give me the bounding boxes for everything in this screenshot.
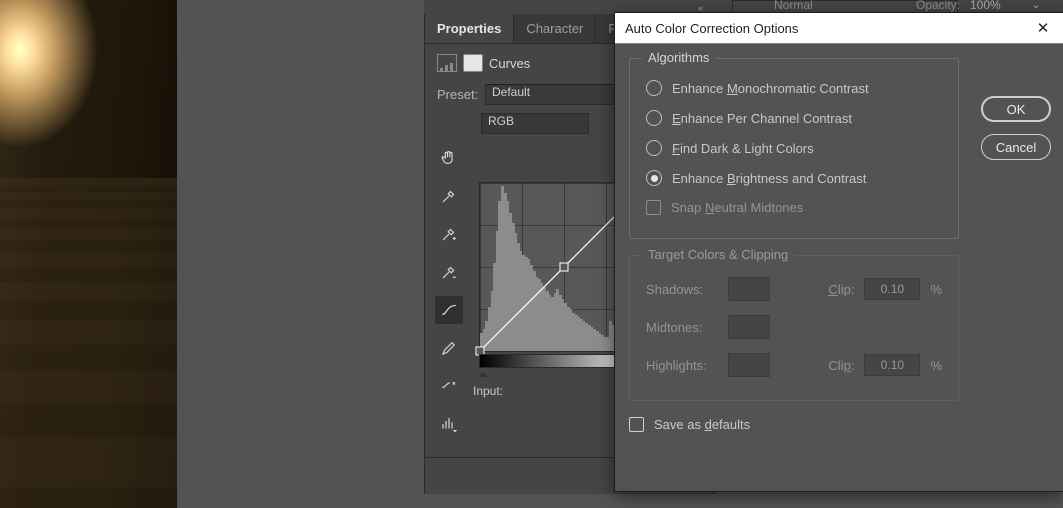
midtones-swatch — [728, 315, 770, 339]
opacity-value[interactable]: 100% — [970, 0, 1001, 12]
radio-label: Enhance Brightness and Contrast — [672, 171, 866, 186]
eyedropper-minus-icon[interactable] — [435, 258, 463, 286]
checkbox-label: Save as defaults — [654, 417, 750, 432]
histogram-clip-icon[interactable] — [435, 410, 463, 438]
channel-dropdown[interactable]: RGB — [481, 113, 589, 134]
highlights-swatch — [728, 353, 770, 377]
radio-icon — [646, 170, 662, 186]
radio-icon — [646, 140, 662, 156]
blend-mode-value: Normal — [774, 0, 813, 12]
percent-label: % — [930, 358, 942, 373]
pencil-tool-icon[interactable] — [435, 334, 463, 362]
chevron-down-icon[interactable]: ⌄ — [1032, 0, 1040, 11]
checkbox-snap-midtones: Snap Neutral Midtones — [646, 193, 942, 222]
shadows-clip-input — [864, 278, 920, 300]
midtones-label: Midtones: — [646, 320, 718, 335]
input-label: Input: — [473, 384, 503, 398]
algorithms-fieldset: Algorithms Enhance Monochromatic Contras… — [629, 58, 959, 239]
curves-tool-column — [435, 144, 463, 438]
ok-button[interactable]: OK — [981, 96, 1051, 122]
radio-icon — [646, 110, 662, 126]
cancel-button[interactable]: Cancel — [981, 134, 1051, 160]
adjustment-type-label: Curves — [489, 56, 530, 71]
adjustment-icon[interactable] — [437, 54, 457, 72]
eyedropper-plus-icon[interactable] — [435, 220, 463, 248]
radio-label: Find Dark & Light Colors — [672, 141, 814, 156]
radio-brightness-contrast[interactable]: Enhance Brightness and Contrast — [646, 163, 942, 193]
curve-point-mid[interactable] — [560, 263, 569, 272]
opacity-label: Opacity: — [916, 0, 960, 12]
auto-color-correction-dialog: Auto Color Correction Options ✕ OK Cance… — [614, 12, 1063, 492]
radio-dark-light[interactable]: Find Dark & Light Colors — [646, 133, 942, 163]
shadows-swatch — [728, 277, 770, 301]
radio-label: Enhance Monochromatic Contrast — [672, 81, 869, 96]
document-canvas[interactable] — [0, 0, 177, 508]
preset-label: Preset: — [437, 87, 485, 102]
black-point-slider[interactable] — [478, 367, 488, 377]
radio-monochromatic[interactable]: Enhance Monochromatic Contrast — [646, 73, 942, 103]
eyedropper-icon[interactable] — [435, 182, 463, 210]
algorithms-legend: Algorithms — [642, 50, 715, 65]
radio-icon — [646, 80, 662, 96]
checkbox-icon — [646, 200, 661, 215]
tab-properties[interactable]: Properties — [425, 14, 514, 43]
hand-icon[interactable] — [435, 144, 463, 172]
mask-icon[interactable] — [463, 54, 483, 72]
checkbox-icon — [629, 417, 644, 432]
radio-label: Enhance Per Channel Contrast — [672, 111, 852, 126]
checkbox-save-defaults[interactable]: Save as defaults — [629, 417, 1049, 432]
radio-per-channel[interactable]: Enhance Per Channel Contrast — [646, 103, 942, 133]
checkbox-label: Snap Neutral Midtones — [671, 200, 803, 215]
tab-character[interactable]: Character — [514, 14, 596, 43]
highlights-clip-input — [864, 354, 920, 376]
clip-label: Clip: — [828, 358, 854, 373]
targets-legend: Target Colors & Clipping — [642, 247, 794, 262]
dialog-title: Auto Color Correction Options — [625, 21, 798, 36]
percent-label: % — [930, 282, 942, 297]
clip-label: Clip: — [828, 282, 854, 297]
shadows-label: Shadows: — [646, 282, 718, 297]
close-icon[interactable]: ✕ — [1033, 19, 1053, 37]
dialog-titlebar[interactable]: Auto Color Correction Options ✕ — [615, 13, 1063, 44]
targets-fieldset: Target Colors & Clipping Shadows: Clip: … — [629, 255, 959, 401]
highlights-label: Highlights: — [646, 358, 718, 373]
curve-tool-icon[interactable] — [435, 296, 463, 324]
smooth-icon[interactable] — [435, 372, 463, 400]
